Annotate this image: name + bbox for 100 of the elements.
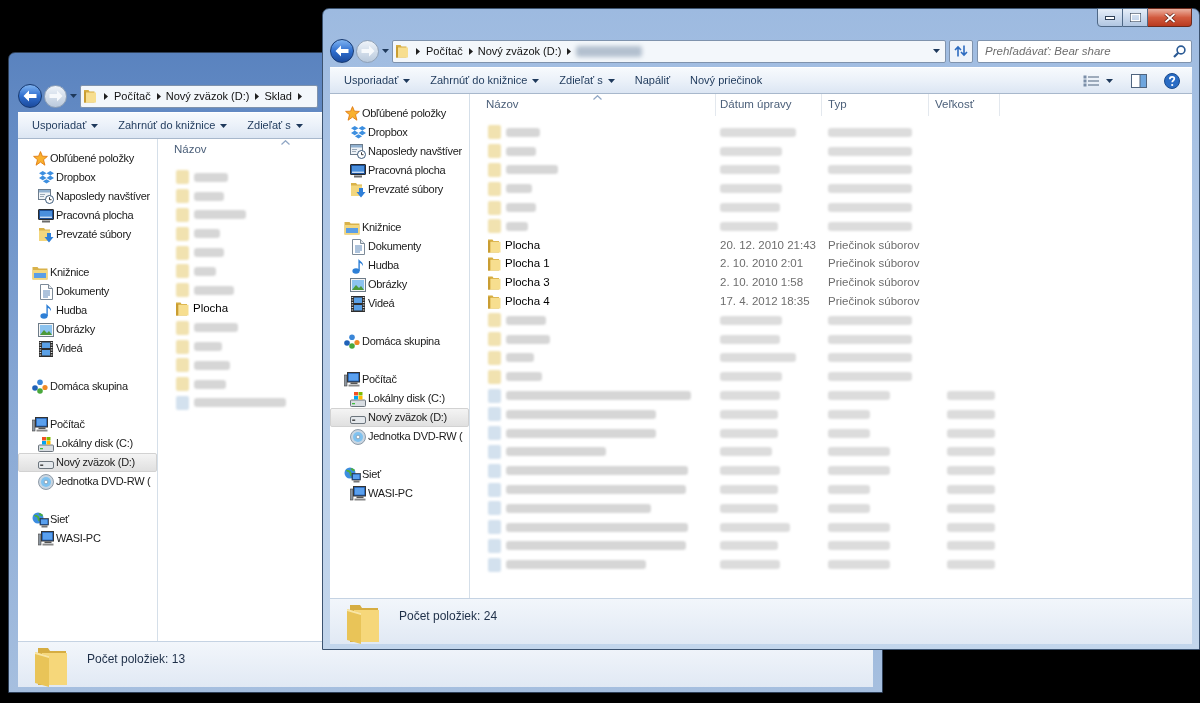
sidebar-item[interactable]: Naposledy navštíver xyxy=(18,187,157,206)
toolbar-button[interactable]: Usporiadať xyxy=(22,114,109,137)
blurred-row[interactable] xyxy=(488,179,912,199)
folder-icon xyxy=(488,237,501,253)
file-type: Priečinok súborov xyxy=(828,237,920,253)
blurred-row[interactable] xyxy=(176,168,228,187)
blurred-row[interactable] xyxy=(176,262,216,281)
blurred-row[interactable] xyxy=(488,217,912,236)
blurred-row[interactable] xyxy=(488,198,912,217)
sidebar-item[interactable]: Obrázky xyxy=(330,275,469,294)
sidebar-item[interactable]: Naposledy navštíver xyxy=(330,142,469,161)
blurred-row[interactable] xyxy=(176,243,224,262)
sidebar-item[interactable]: WASI-PC xyxy=(330,484,469,503)
sidebar-item[interactable]: Dropbox xyxy=(330,123,469,142)
close-button[interactable] xyxy=(1148,8,1192,27)
address-bar[interactable]: Počítač Nový zväzok (D:) Sklad xyxy=(80,84,318,108)
sidebar-item[interactable]: Obľúbené položky xyxy=(330,104,469,123)
back-button[interactable] xyxy=(18,84,42,108)
breadcrumb[interactable]: Počítač xyxy=(426,42,463,60)
column-header[interactable]: Názov xyxy=(470,94,716,116)
blurred-row[interactable] xyxy=(488,367,912,387)
column-header[interactable]: Veľkosť xyxy=(929,94,1000,116)
search-icon xyxy=(1173,44,1186,58)
column-header[interactable]: Dátum úpravy xyxy=(716,94,822,116)
sidebar-item[interactable]: Prevzaté súbory xyxy=(330,180,469,199)
sidebar-item[interactable]: Hudba xyxy=(18,301,157,320)
sidebar-item[interactable]: Lokálny disk (C:) xyxy=(330,389,469,408)
sidebar-item[interactable]: Lokálny disk (C:) xyxy=(18,434,157,453)
toolbar-button[interactable]: Nový priečinok xyxy=(680,69,773,92)
sidebar-item[interactable]: WASI-PC xyxy=(18,529,157,548)
minimize-button[interactable] xyxy=(1097,8,1123,27)
sidebar-item[interactable]: Knižnice xyxy=(18,263,157,282)
search-field[interactable]: Prehľadávať: Bear share xyxy=(977,39,1192,63)
sidebar-item[interactable]: Jednotka DVD-RW ( xyxy=(18,472,157,491)
refresh-button[interactable] xyxy=(949,39,973,63)
sidebar-item[interactable]: Nový zväzok (D:) xyxy=(18,453,157,472)
sidebar-item[interactable]: Pracovná plocha xyxy=(330,161,469,180)
column-header[interactable]: Názov xyxy=(158,139,308,161)
file-name[interactable]: Plocha 4 xyxy=(504,292,551,311)
sidebar-item[interactable]: Hudba xyxy=(330,256,469,275)
toolbar-button[interactable]: Zahrnúť do knižnice xyxy=(420,69,550,92)
sidebar-item[interactable]: Prevzaté súbory xyxy=(18,225,157,244)
blurred-row[interactable] xyxy=(488,141,912,161)
blurred-row[interactable] xyxy=(176,337,222,356)
blurred-row[interactable] xyxy=(176,318,238,338)
sidebar-item[interactable]: Knižnice xyxy=(330,218,469,237)
toolbar-button[interactable]: Napáliť xyxy=(624,69,681,92)
sidebar-item[interactable]: Dokumenty xyxy=(330,237,469,256)
blurred-row[interactable] xyxy=(488,123,912,142)
sidebar-item[interactable]: Počítač xyxy=(18,415,157,434)
blurred-row[interactable] xyxy=(176,374,226,394)
sidebar-item[interactable]: Dokumenty xyxy=(18,282,157,301)
blurred-row[interactable] xyxy=(488,329,912,349)
toolbar-button[interactable]: Usporiadať xyxy=(334,69,421,92)
blurred-row[interactable] xyxy=(176,205,246,225)
file-name[interactable]: Plocha xyxy=(192,300,230,318)
modified-date: 17. 4. 2012 18:35 xyxy=(720,293,810,309)
breadcrumb[interactable]: Sklad xyxy=(264,87,292,105)
toolbar-button[interactable]: Zahrnúť do knižnice xyxy=(108,114,238,137)
maximize-button[interactable] xyxy=(1123,8,1148,27)
open-box-icon xyxy=(350,126,366,139)
blurred-row[interactable] xyxy=(176,186,224,206)
sidebar-item[interactable]: Domáca skupina xyxy=(330,332,469,351)
sidebar-item[interactable]: Obľúbené položky xyxy=(18,149,157,168)
sidebar-item[interactable]: Sieť xyxy=(18,510,157,529)
drive-icon xyxy=(38,461,54,469)
blurred-row[interactable] xyxy=(176,224,220,244)
blurred-row[interactable] xyxy=(176,280,234,300)
blurred-row[interactable] xyxy=(488,348,912,368)
blurred-row[interactable] xyxy=(488,310,912,330)
sidebar-item[interactable]: Videá xyxy=(330,294,469,313)
column-header[interactable]: Typ xyxy=(822,94,929,116)
star-icon xyxy=(32,151,48,166)
file-name[interactable]: Plocha 3 xyxy=(504,274,551,292)
address-bar[interactable]: Počítač Nový zväzok (D:) xyxy=(392,39,946,63)
sidebar-item[interactable]: Jednotka DVD-RW ( xyxy=(330,427,469,446)
sidebar-item[interactable]: Videá xyxy=(18,339,157,358)
sidebar-item[interactable]: Domáca skupina xyxy=(18,377,157,396)
caret-icon[interactable] xyxy=(933,49,940,53)
sidebar-item[interactable]: Počítač xyxy=(330,370,469,389)
chevron-right-icon xyxy=(156,92,161,100)
back-button[interactable] xyxy=(330,39,354,63)
sidebar-item[interactable]: Nový zväzok (D:) xyxy=(330,408,469,427)
sidebar-item[interactable]: Obrázky xyxy=(18,320,157,339)
document-icon xyxy=(351,238,365,255)
blurred-row[interactable] xyxy=(176,355,230,375)
sidebar-item[interactable]: Sieť xyxy=(330,465,469,484)
blurred-row[interactable] xyxy=(488,160,912,180)
arrow-right-icon xyxy=(360,45,375,57)
sidebar-item[interactable]: Dropbox xyxy=(18,168,157,187)
breadcrumb[interactable]: Nový zväzok (D:) xyxy=(477,42,562,60)
breadcrumb[interactable]: Nový zväzok (D:) xyxy=(165,87,250,105)
file-name[interactable]: Plocha 1 xyxy=(504,255,551,273)
sidebar-item[interactable]: Pracovná plocha xyxy=(18,206,157,225)
toolbar-button[interactable]: Zdieľať s xyxy=(237,114,313,137)
folder-icon xyxy=(488,294,501,310)
toolbar-button[interactable]: Zdieľať s xyxy=(549,69,625,92)
blurred-row[interactable] xyxy=(176,393,286,413)
breadcrumb[interactable]: Počítač xyxy=(114,87,151,105)
file-name[interactable]: Plocha xyxy=(504,236,542,254)
